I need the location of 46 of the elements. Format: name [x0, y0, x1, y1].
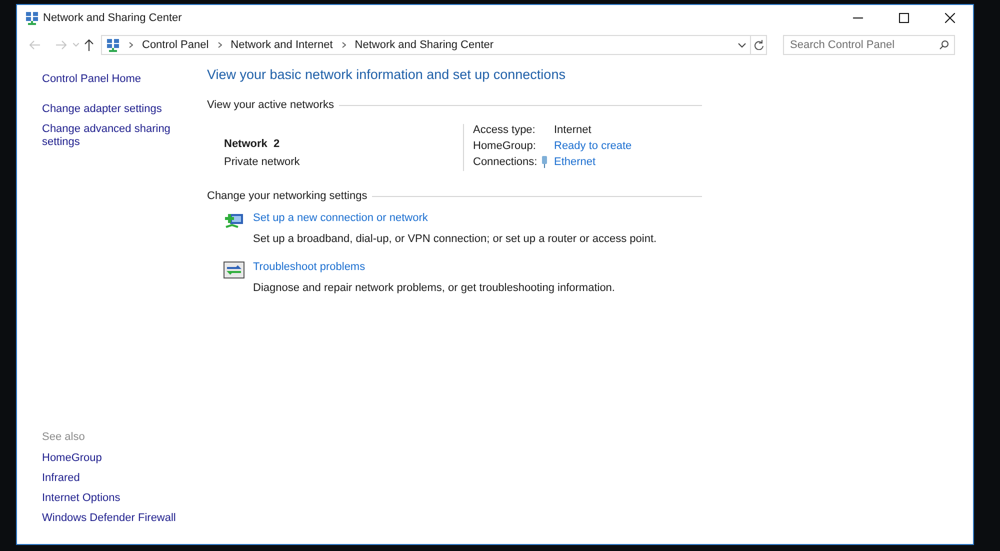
sidebar-link[interactable]: Control Panel Home	[42, 73, 172, 86]
refresh-icon	[754, 40, 764, 50]
property-label: Access type:	[473, 123, 536, 138]
property-label: Connections:	[473, 155, 538, 170]
window-title: Network and Sharing Center	[43, 10, 182, 26]
section-heading: View your active networks	[207, 98, 334, 114]
dropdown-icon	[738, 42, 746, 48]
refresh-button[interactable]	[751, 35, 767, 55]
task-link[interactable]: Set up a new connection or network	[253, 210, 657, 227]
search-icon	[939, 40, 949, 50]
breadcrumb-item[interactable]: Network and Sharing Center	[354, 36, 494, 54]
see-also-link[interactable]: HomeGroup	[42, 452, 207, 465]
network-icon	[25, 11, 39, 25]
see-also-link[interactable]: Infrared	[42, 472, 207, 485]
sidebar-link[interactable]: Change advanced sharing settings	[42, 123, 172, 149]
property-link[interactable]: Ready to create	[554, 138, 632, 154]
close-icon	[945, 13, 955, 23]
chevron-icon	[218, 42, 222, 48]
see-also-link[interactable]: Internet Options	[42, 492, 207, 505]
breadcrumb-item[interactable]: Control Panel	[142, 36, 209, 54]
maximize-icon	[899, 13, 909, 23]
property-link[interactable]: Ethernet	[554, 154, 596, 170]
task-description: Set up a broadband, dial-up, or VPN connection; or set up a router or access point.	[253, 232, 657, 247]
troubleshoot-icon	[223, 260, 245, 280]
property-value: Internet	[554, 123, 592, 138]
task-description: Diagnose and repair network problems, or get troubleshooting information.	[253, 280, 615, 296]
network-icon	[106, 38, 120, 52]
ethernet-icon	[541, 156, 548, 168]
see-also-link[interactable]: Windows Defender Firewall	[42, 512, 207, 525]
network-category: Private network	[224, 155, 301, 170]
task-link[interactable]: Troubleshoot problems	[253, 259, 615, 276]
sidebar-link[interactable]: Change adapter settings	[42, 103, 172, 116]
search-field[interactable]: Search Control Panel	[783, 35, 955, 55]
chevron-icon	[342, 42, 346, 48]
back-arrow-icon	[29, 40, 41, 50]
network-name: Network 2	[224, 136, 281, 152]
up-arrow-icon	[84, 39, 94, 51]
address-bar[interactable]: Control Panel Network and Internet Network and Sharing Center	[101, 35, 751, 55]
chevron-icon	[129, 42, 133, 48]
section-heading: Change your networking settings	[207, 188, 368, 204]
forward-arrow-icon	[55, 40, 67, 50]
see-also-heading: See also	[42, 430, 86, 444]
property-label: HomeGroup:	[473, 139, 537, 154]
page-heading: View your basic network information and set up connections	[207, 66, 566, 84]
caret-icon	[73, 43, 79, 47]
breadcrumb-item[interactable]: Network and Internet	[230, 36, 333, 54]
